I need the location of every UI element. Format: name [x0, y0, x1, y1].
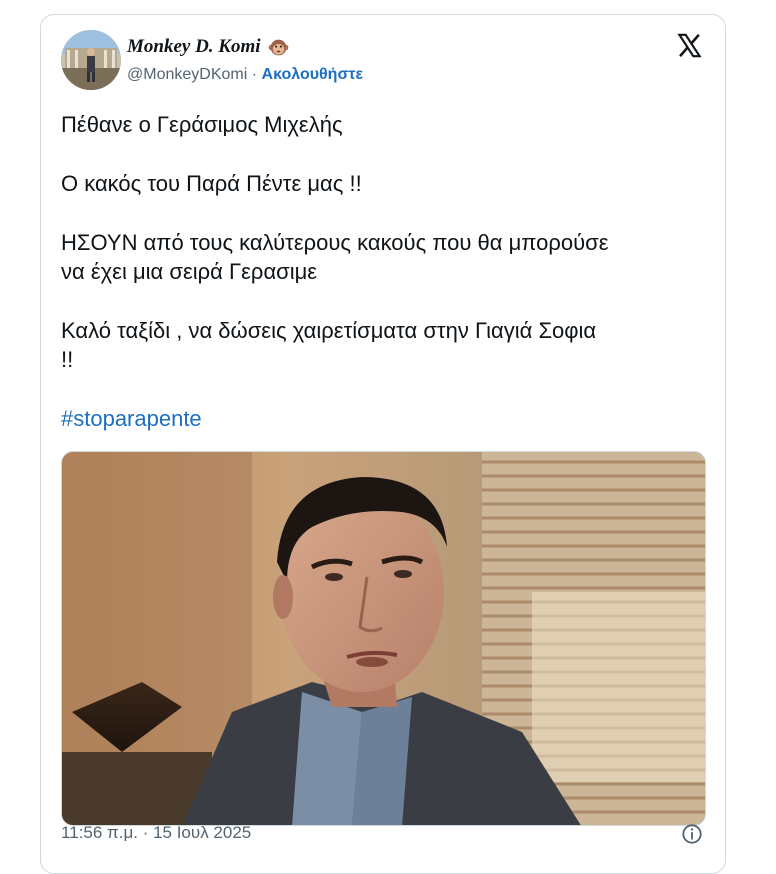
monkey-face-icon: [268, 39, 288, 55]
tweet-line: να έχει μια σειρά Γερασιμε: [61, 259, 318, 284]
timestamp[interactable]: 11:56 π.μ. · 15 Ιουλ 2025: [61, 823, 251, 843]
handle-row: @MonkeyDKomi · Ακολουθήστε: [127, 66, 363, 84]
follow-link[interactable]: Ακολουθήστε: [262, 66, 364, 83]
x-logo-icon[interactable]: [676, 32, 703, 59]
tweet-text: Πέθανε ο Γεράσιμος Μιχελής Ο κακός του Π…: [61, 110, 711, 433]
tweet-media-image[interactable]: [61, 451, 706, 826]
tweet-line: !!: [61, 347, 74, 372]
info-icon[interactable]: [681, 823, 703, 845]
separator: ·: [251, 66, 258, 83]
handle[interactable]: @MonkeyDKomi: [127, 66, 247, 83]
display-name[interactable]: Monkey D. Komi: [127, 36, 289, 58]
tweet-line: Πέθανε ο Γεράσιμος Μιχελής: [61, 112, 343, 137]
tweet-line: Καλό ταξίδι , να δώσεις χαιρετίσματα στη…: [61, 318, 597, 343]
tweet-line: ΗΣΟΥΝ από τους καλύτερους κακούς που θα …: [61, 230, 609, 255]
tweet-card: Monkey D. Komi @MonkeyDKomi · Ακολουθήστ…: [40, 14, 726, 874]
tweet-line: Ο κακός του Παρά Πέντε μας !!: [61, 171, 362, 196]
hashtag-link[interactable]: #stoparapente: [61, 406, 202, 431]
avatar[interactable]: [61, 30, 121, 90]
display-name-text: Monkey D. Komi: [127, 36, 261, 57]
